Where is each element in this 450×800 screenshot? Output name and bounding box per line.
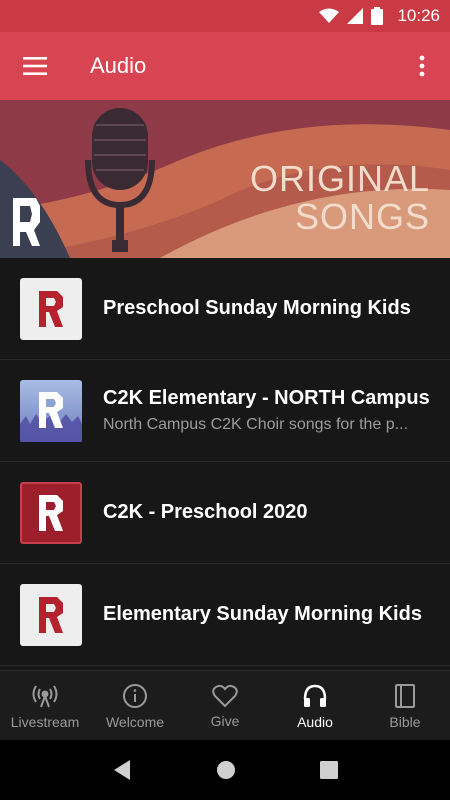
system-navigation-bar [0,740,450,800]
nav-audio[interactable]: Audio [270,671,360,741]
banner-title: ORIGINAL SONGS [250,160,430,236]
album-thumbnail [20,481,82,544]
recents-icon[interactable] [320,761,338,779]
overflow-menu-button[interactable] [394,32,450,100]
wifi-icon [319,8,340,23]
item-title: Preschool Sunday Morning Kids [103,297,411,319]
church-logo-icon [20,391,82,442]
church-logo-icon [39,290,63,327]
page-title: Audio [90,53,147,78]
nav-give[interactable]: Give [180,671,270,741]
audio-list: Preschool Sunday Morning Kids C2K Elemen… [0,258,450,666]
menu-button[interactable] [0,32,70,100]
list-item[interactable]: C2K - Preschool 2020 [0,462,450,564]
banner-line-2: SONGS [294,196,430,237]
status-time: 10:26 [397,6,440,25]
battery-icon [371,7,384,25]
broadcast-icon [32,684,58,707]
item-title: Elementary Sunday Morning Kids [103,603,422,625]
item-subtitle: North Campus C2K Choir songs for the p..… [103,416,409,433]
heart-icon [212,684,238,707]
album-thumbnail [20,379,82,442]
more-vert-icon [419,55,425,77]
back-icon[interactable] [112,759,132,781]
home-icon[interactable] [216,760,236,780]
nav-bible[interactable]: Bible [360,671,450,741]
album-thumbnail [20,583,82,646]
bottom-navigation: Livestream Welcome Give Audio Bible [0,670,450,741]
nav-label: Bible [389,713,421,730]
list-item[interactable]: Elementary Sunday Morning Kids [0,564,450,666]
item-title: C2K Elementary - NORTH Campus [103,387,430,409]
original-songs-banner[interactable]: ORIGINAL SONGS [0,100,450,258]
nav-label: Livestream [10,713,80,730]
status-bar: 10:26 [0,0,450,32]
headphones-icon [303,684,327,707]
list-item[interactable]: C2K Elementary - NORTH Campus North Camp… [0,360,450,462]
banner-line-1: ORIGINAL [249,158,430,199]
hamburger-icon [23,57,47,75]
album-thumbnail [20,277,82,340]
nav-label: Give [210,712,240,729]
list-item[interactable]: Preschool Sunday Morning Kids [0,258,450,360]
church-logo-icon [39,596,63,633]
app-bar: Audio [0,32,450,100]
info-icon [123,683,147,708]
cell-signal-icon [347,8,364,24]
church-logo-icon [39,494,63,531]
nav-label: Welcome [105,713,165,730]
nav-label: Audio [297,713,333,730]
item-title: C2K - Preschool 2020 [103,501,308,523]
nav-welcome[interactable]: Welcome [90,671,180,741]
nav-livestream[interactable]: Livestream [0,671,90,741]
book-icon [395,683,415,708]
